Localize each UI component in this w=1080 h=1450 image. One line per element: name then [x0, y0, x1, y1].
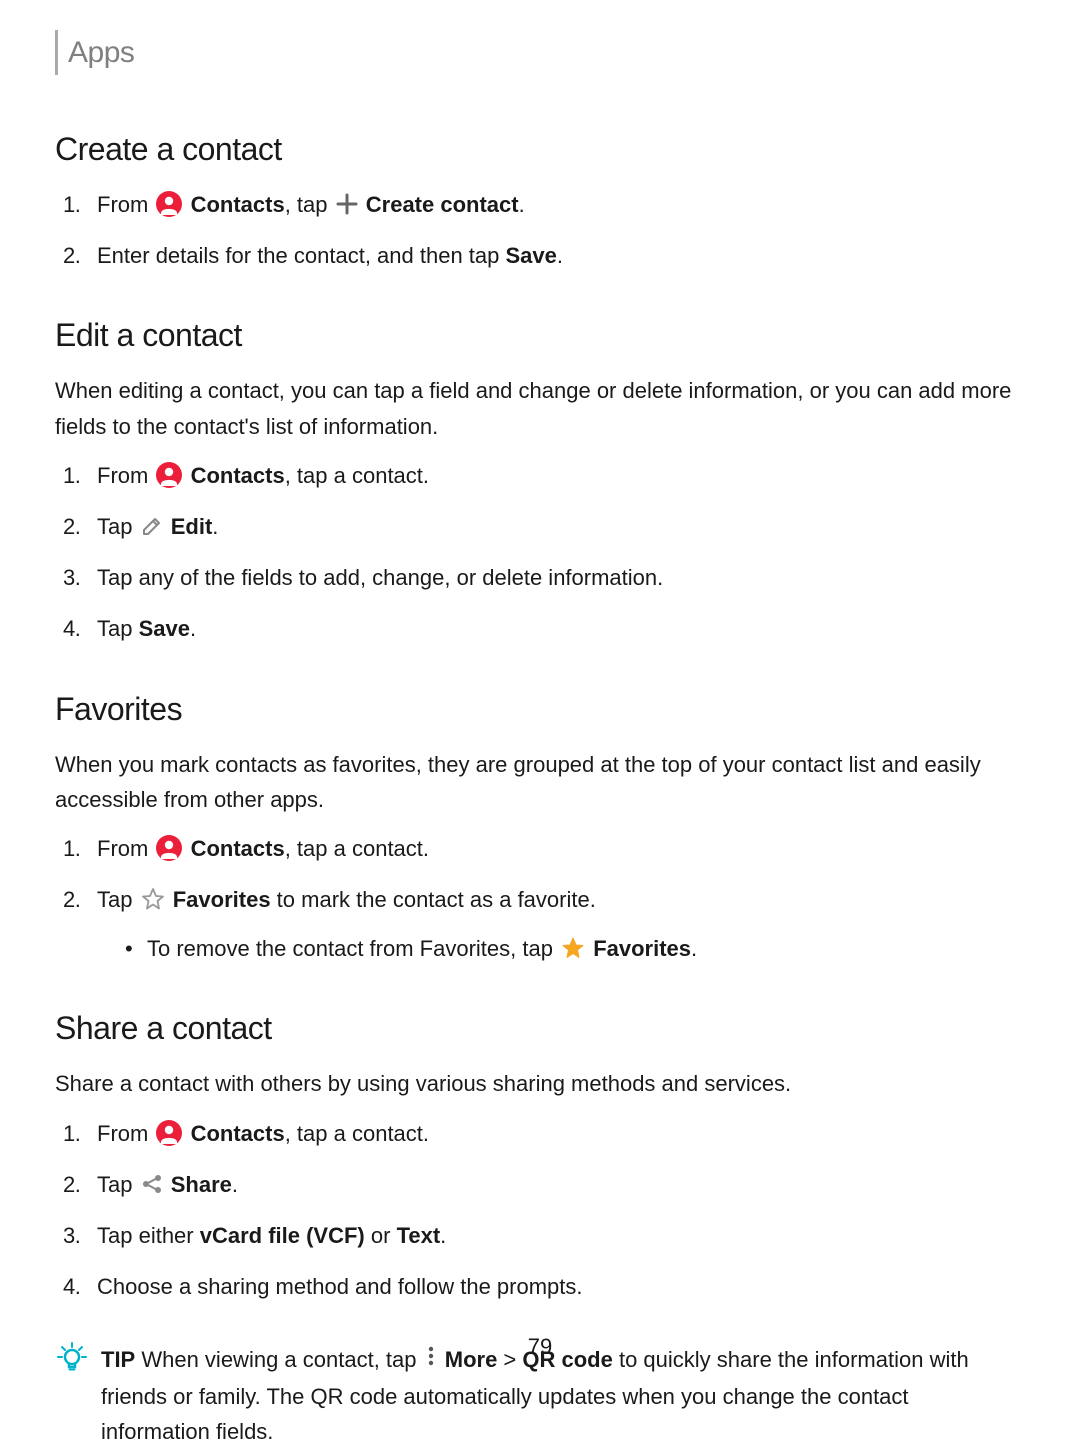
pencil-icon [141, 515, 163, 537]
share-intro: Share a contact with others by using var… [55, 1066, 1025, 1101]
section-share-contact: Share a contact Share a contact with oth… [55, 1004, 1025, 1304]
share-step-2: Tap Share. [85, 1167, 1025, 1202]
heading-favorites: Favorites [55, 685, 1025, 733]
edit-steps-list: From Contacts, tap a contact. Tap Edit. … [55, 458, 1025, 647]
text: Choose a sharing method and follow the p… [97, 1274, 583, 1299]
heading-share-contact: Share a contact [55, 1004, 1025, 1052]
create-step-2: Enter details for the contact, and then … [85, 238, 1025, 273]
share-icon [141, 1173, 163, 1195]
contacts-icon [156, 1120, 182, 1146]
edit-step-2: Tap Edit. [85, 509, 1025, 544]
favorites-steps-list: From Contacts, tap a contact. Tap Favori… [55, 831, 1025, 967]
share-label: Share [171, 1172, 232, 1197]
contacts-label: Contacts [191, 463, 285, 488]
text: . [519, 192, 525, 217]
section-favorites: Favorites When you mark contacts as favo… [55, 685, 1025, 967]
text: . [212, 514, 218, 539]
favorites-sublist: To remove the contact from Favorites, ta… [97, 931, 1025, 966]
contacts-label: Contacts [191, 1121, 285, 1146]
edit-step-1: From Contacts, tap a contact. [85, 458, 1025, 493]
create-contact-label: Create contact [366, 192, 519, 217]
heading-edit-contact: Edit a contact [55, 311, 1025, 359]
text: Tap either [97, 1223, 200, 1248]
text: to mark the contact as a favorite. [271, 887, 596, 912]
contacts-label: Contacts [191, 836, 285, 861]
text: From [97, 463, 148, 488]
text: , tap a contact. [285, 1121, 429, 1146]
plus-icon [336, 193, 358, 215]
create-steps-list: From Contacts, tap Create contact. Enter… [55, 187, 1025, 273]
edit-step-3: Tap any of the fields to add, change, or… [85, 560, 1025, 595]
text: . [190, 616, 196, 641]
text: , tap [285, 192, 328, 217]
edit-step-4: Tap Save. [85, 611, 1025, 646]
favorites-label: Favorites [173, 887, 271, 912]
page-number: 79 [0, 1330, 1080, 1363]
contacts-label: Contacts [191, 192, 285, 217]
share-step-4: Choose a sharing method and follow the p… [85, 1269, 1025, 1304]
star-outline-icon [141, 887, 165, 911]
edit-intro: When editing a contact, you can tap a fi… [55, 373, 1025, 443]
text: Tap [97, 887, 132, 912]
text: To remove the contact from Favorites, ta… [147, 936, 553, 961]
text: Tap any of the fields to add, change, or… [97, 565, 663, 590]
create-step-1: From Contacts, tap Create contact. [85, 187, 1025, 222]
favorites-label: Favorites [593, 936, 691, 961]
text: From [97, 1121, 148, 1146]
share-step-3: Tap either vCard file (VCF) or Text. [85, 1218, 1025, 1253]
text: From [97, 836, 148, 861]
favorites-step-2: Tap Favorites to mark the contact as a f… [85, 882, 1025, 966]
share-steps-list: From Contacts, tap a contact. Tap Share.… [55, 1116, 1025, 1305]
text: . [440, 1223, 446, 1248]
text: . [691, 936, 697, 961]
section-edit-contact: Edit a contact When editing a contact, y… [55, 311, 1025, 646]
star-filled-icon [561, 936, 585, 960]
text: Enter details for the contact, and then … [97, 243, 505, 268]
favorites-sub-item: To remove the contact from Favorites, ta… [131, 931, 1025, 966]
save-label: Save [505, 243, 556, 268]
edit-label: Edit [171, 514, 213, 539]
text: , tap a contact. [285, 463, 429, 488]
text: or [365, 1223, 397, 1248]
vcard-label: vCard file (VCF) [200, 1223, 365, 1248]
contacts-icon [156, 191, 182, 217]
text: From [97, 192, 148, 217]
contacts-icon [156, 462, 182, 488]
text: Tap [97, 514, 132, 539]
text: Tap [97, 1172, 132, 1197]
breadcrumb: Apps [55, 30, 1025, 75]
share-step-1: From Contacts, tap a contact. [85, 1116, 1025, 1151]
text: Tap [97, 616, 139, 641]
contacts-icon [156, 835, 182, 861]
heading-create-contact: Create a contact [55, 125, 1025, 173]
favorites-step-1: From Contacts, tap a contact. [85, 831, 1025, 866]
text: , tap a contact. [285, 836, 429, 861]
text-label: Text [397, 1223, 441, 1248]
text: . [232, 1172, 238, 1197]
section-create-contact: Create a contact From Contacts, tap Crea… [55, 125, 1025, 273]
text: . [557, 243, 563, 268]
favorites-intro: When you mark contacts as favorites, the… [55, 747, 1025, 817]
save-label: Save [139, 616, 190, 641]
